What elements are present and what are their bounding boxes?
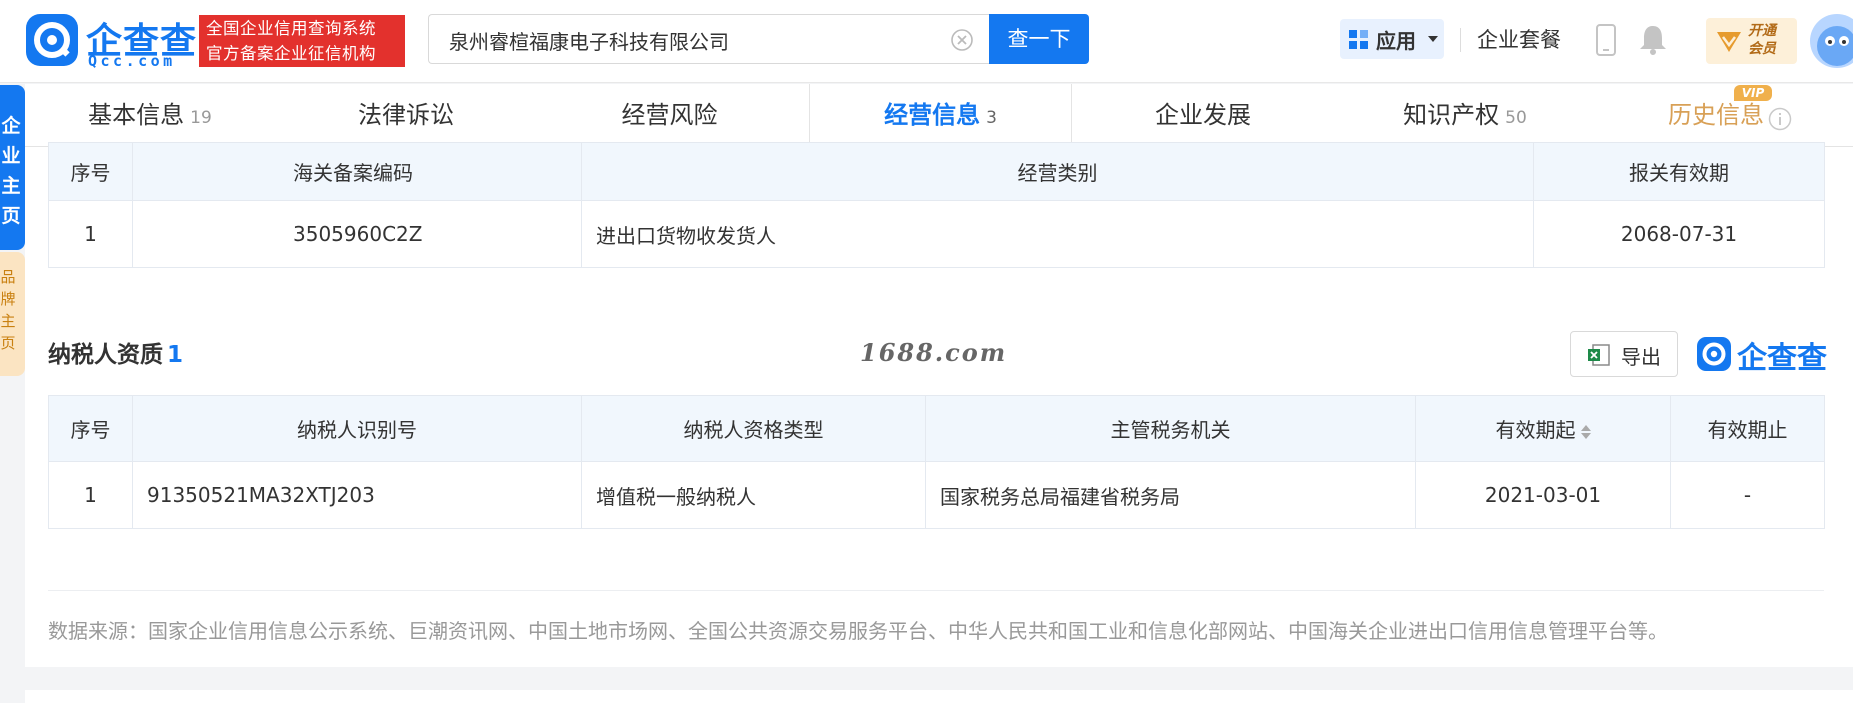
- table-header-row: 序号 海关备案编码 经营类别 报关有效期: [48, 142, 1825, 201]
- next-panel-edge: [25, 690, 1853, 703]
- table-cell: 国家税务总局福建省税务局: [925, 461, 1416, 529]
- table-header-row: 序号 纳税人识别号 纳税人资格类型 主管税务机关 有效期起 有效期止: [48, 395, 1825, 462]
- column-header: 报关有效期: [1533, 142, 1825, 201]
- header-divider: [1460, 28, 1461, 52]
- tab-risk[interactable]: 经营风险: [537, 84, 802, 146]
- column-header: 海关备案编码: [132, 142, 582, 201]
- qcc-small-logo-icon: [1697, 337, 1731, 371]
- table-row: 1 3505960C2Z 进出口货物收发货人 2068-07-31: [48, 200, 1825, 268]
- badge-line-1: 全国企业信用查询系统: [206, 19, 376, 38]
- table-cell: 2021-03-01: [1415, 461, 1671, 529]
- table-cell: 2068-07-31: [1533, 200, 1825, 268]
- taxpayer-count: 1: [167, 342, 184, 368]
- side-brand-home-tab[interactable]: 品牌主页: [0, 252, 25, 376]
- column-header: 经营类别: [581, 142, 1534, 201]
- vip-text: 开通 会员: [1748, 23, 1776, 57]
- table-cell: 增值税一般纳税人: [581, 461, 926, 529]
- table-row: 1 91350521MA32XTJ203 增值税一般纳税人 国家税务总局福建省税…: [48, 461, 1825, 529]
- side-company-home-tab[interactable]: 企业主页: [0, 85, 25, 250]
- content-panel: 序号 海关备案编码 经营类别 报关有效期 1 3505960C2Z 进出口货物收…: [25, 142, 1853, 667]
- side-company-home-label: 企业主页: [1, 115, 21, 227]
- column-header: 纳税人资格类型: [581, 395, 926, 462]
- clear-icon[interactable]: [951, 29, 973, 51]
- tab-legal[interactable]: 法律诉讼: [275, 84, 537, 146]
- column-header: 序号: [48, 142, 133, 201]
- apps-menu[interactable]: 应用: [1340, 19, 1444, 59]
- tab-development[interactable]: 企业发展: [1072, 84, 1334, 146]
- tab-history[interactable]: 历史信息: [1596, 84, 1836, 146]
- avatar-icon: [1817, 26, 1853, 66]
- tab-basic-info[interactable]: 基本信息 19: [25, 84, 275, 146]
- search-box: [428, 14, 989, 65]
- customs-table: 序号 海关备案编码 经营类别 报关有效期 1 3505960C2Z 进出口货物收…: [48, 142, 1825, 268]
- watermark: 1688.com: [860, 338, 1008, 367]
- tab-business-info[interactable]: 经营信息 3: [809, 84, 1072, 146]
- table-cell: 3505960C2Z: [132, 200, 582, 268]
- top-header: 企查查 Qcc.com 全国企业信用查询系统 官方备案企业征信机构 查一下 应用…: [0, 0, 1853, 83]
- tab-ip[interactable]: 知识产权 50: [1334, 84, 1596, 146]
- qcc-logo[interactable]: 企查查 Qcc.com: [26, 14, 196, 70]
- badge-line-2: 官方备案企业征信机构: [206, 44, 376, 63]
- side-brand-home-label: 品牌主页: [0, 268, 16, 352]
- qcc-brand-mark: 企查查: [1697, 337, 1833, 376]
- column-header: 主管税务机关: [925, 395, 1416, 462]
- section-tabs: 基本信息 19 法律诉讼 经营风险 经营信息 3 企业发展 知识产权 50 历史信息: [25, 84, 1853, 147]
- export-label: 导出: [1621, 345, 1661, 369]
- apps-grid-icon: [1349, 30, 1368, 49]
- info-icon[interactable]: [1768, 107, 1792, 131]
- package-link[interactable]: 企业套餐: [1477, 24, 1561, 54]
- official-badge: 全国企业信用查询系统 官方备案企业征信机构: [199, 15, 405, 67]
- caret-down-icon: [1428, 36, 1438, 42]
- table-cell: 1: [48, 461, 133, 529]
- excel-icon: [1588, 344, 1610, 366]
- column-header: 纳税人识别号: [132, 395, 582, 462]
- taxpayer-table: 序号 纳税人识别号 纳税人资格类型 主管税务机关 有效期起 有效期止 1 913…: [48, 395, 1825, 529]
- table-cell: 进出口货物收发货人: [581, 200, 1534, 268]
- vip-tag: VIP: [1734, 85, 1772, 101]
- mobile-phone-icon[interactable]: [1596, 24, 1616, 56]
- search-input[interactable]: [447, 15, 931, 65]
- search-button[interactable]: 查一下: [989, 14, 1089, 64]
- taxpayer-section-title: 纳税人资质 1: [48, 342, 184, 368]
- user-avatar[interactable]: [1810, 14, 1853, 68]
- brand-text: 企查查: [1737, 341, 1827, 376]
- data-source-text: 数据来源：国家企业信用信息公示系统、巨潮资讯网、中国土地市场网、全国公共资源交易…: [48, 619, 1668, 643]
- open-vip-button[interactable]: 开通 会员: [1706, 18, 1797, 64]
- bell-icon[interactable]: [1638, 24, 1668, 56]
- apps-label: 应用: [1376, 29, 1416, 53]
- column-header: 序号: [48, 395, 133, 462]
- table-cell: -: [1670, 461, 1825, 529]
- sort-icon[interactable]: [1580, 424, 1591, 439]
- table-cell: 91350521MA32XTJ203: [132, 461, 582, 529]
- logo-subtext: Qcc.com: [88, 52, 176, 70]
- vip-shield-icon: [1717, 32, 1741, 52]
- column-header-sortable[interactable]: 有效期起: [1415, 395, 1671, 462]
- column-header: 有效期止: [1670, 395, 1825, 462]
- export-button[interactable]: 导出: [1570, 331, 1678, 377]
- qcc-logo-icon: [26, 14, 78, 66]
- footer-divider: [48, 590, 1824, 591]
- table-cell: 1: [48, 200, 133, 268]
